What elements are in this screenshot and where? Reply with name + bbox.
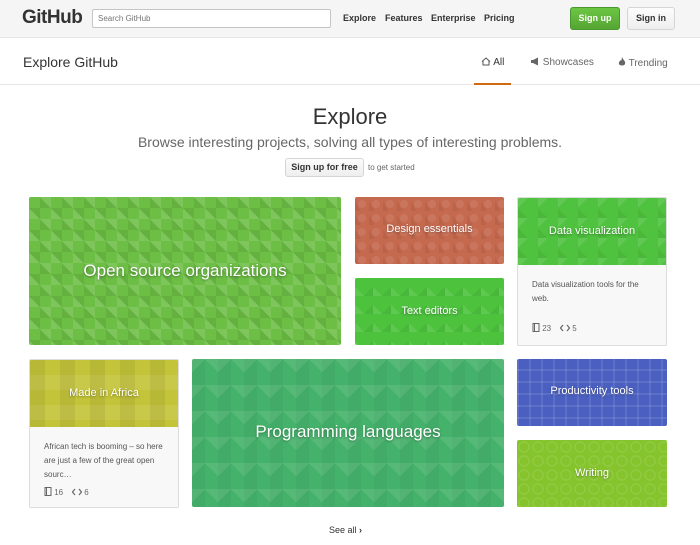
signup-button[interactable]: Sign up (570, 7, 620, 30)
card-open-source-label: Open source organizations (83, 261, 287, 280)
nav-enterprise[interactable]: Enterprise (431, 13, 476, 23)
code-icon (559, 324, 571, 334)
signin-button[interactable]: Sign in (627, 7, 675, 30)
card-programming-languages-label: Programming languages (255, 422, 441, 441)
tab-trending[interactable]: Trending (618, 57, 668, 70)
repo-icon (532, 323, 540, 334)
active-tab-indicator (474, 83, 511, 85)
code-count: 6 (84, 488, 89, 497)
page-title: Explore GitHub (23, 54, 118, 70)
card-writing[interactable]: Writing (517, 440, 667, 507)
card-productivity-tools-label: Productivity tools (550, 385, 634, 397)
nav-pricing[interactable]: Pricing (484, 13, 515, 23)
signup-free-button[interactable]: Sign up for free (285, 158, 364, 177)
card-made-in-africa-banner: Made in Africa (30, 360, 178, 427)
card-made-in-africa-description: African tech is booming – so here are ju… (44, 442, 163, 479)
tab-showcases-label: Showcases (542, 57, 594, 68)
tab-all[interactable]: All (481, 57, 504, 69)
card-made-in-africa[interactable]: Made in Africa African tech is booming –… (29, 359, 179, 508)
card-data-visualization-label: Data visualization (548, 225, 636, 237)
card-data-visualization-stats: 23 5 (532, 323, 577, 334)
card-data-visualization-banner: Data visualization (518, 198, 666, 265)
nav-features[interactable]: Features (385, 13, 423, 23)
chevron-right-icon: › (359, 525, 363, 535)
card-data-visualization[interactable]: Data visualization Data visualization to… (517, 197, 667, 346)
top-navbar: GitHub Explore Features Enterprise Prici… (0, 0, 700, 38)
card-text-editors[interactable]: Text editors (355, 278, 504, 345)
card-open-source[interactable]: Open source organizations (29, 197, 341, 345)
nav-explore[interactable]: Explore (343, 13, 376, 23)
flame-icon (618, 57, 626, 70)
hero-title: Explore (312, 104, 388, 129)
code-icon (71, 488, 83, 498)
tab-trending-label: Trending (628, 58, 668, 69)
card-design-essentials-label: Design essentials (386, 223, 473, 235)
tab-all-label: All (493, 57, 505, 68)
get-started-text: to get started (368, 163, 415, 172)
github-logo[interactable]: GitHub (22, 7, 83, 29)
code-count: 5 (572, 324, 577, 333)
explore-subheader: Explore GitHub All Showcases Trending (0, 39, 700, 85)
tab-showcases[interactable]: Showcases (530, 57, 594, 69)
repo-count: 23 (542, 324, 552, 333)
card-programming-languages[interactable]: Programming languages (192, 359, 504, 507)
card-made-in-africa-label: Made in Africa (69, 387, 139, 399)
see-all-label: See all (329, 525, 357, 535)
card-text-editors-label: Text editors (401, 305, 458, 317)
card-writing-label: Writing (574, 467, 610, 479)
card-data-visualization-description: Data visualization tools for the web. (532, 280, 639, 303)
card-productivity-tools[interactable]: Productivity tools (517, 359, 667, 426)
home-icon (481, 57, 491, 69)
card-design-essentials[interactable]: Design essentials (355, 197, 504, 264)
megaphone-icon (530, 57, 540, 69)
see-all-link[interactable]: See all › (329, 525, 362, 535)
repo-count: 16 (54, 488, 64, 497)
card-made-in-africa-stats: 16 6 (44, 487, 89, 498)
search-input[interactable] (92, 9, 331, 28)
hero-subtitle: Browse interesting projects, solving all… (137, 134, 563, 150)
repo-icon (44, 487, 52, 498)
